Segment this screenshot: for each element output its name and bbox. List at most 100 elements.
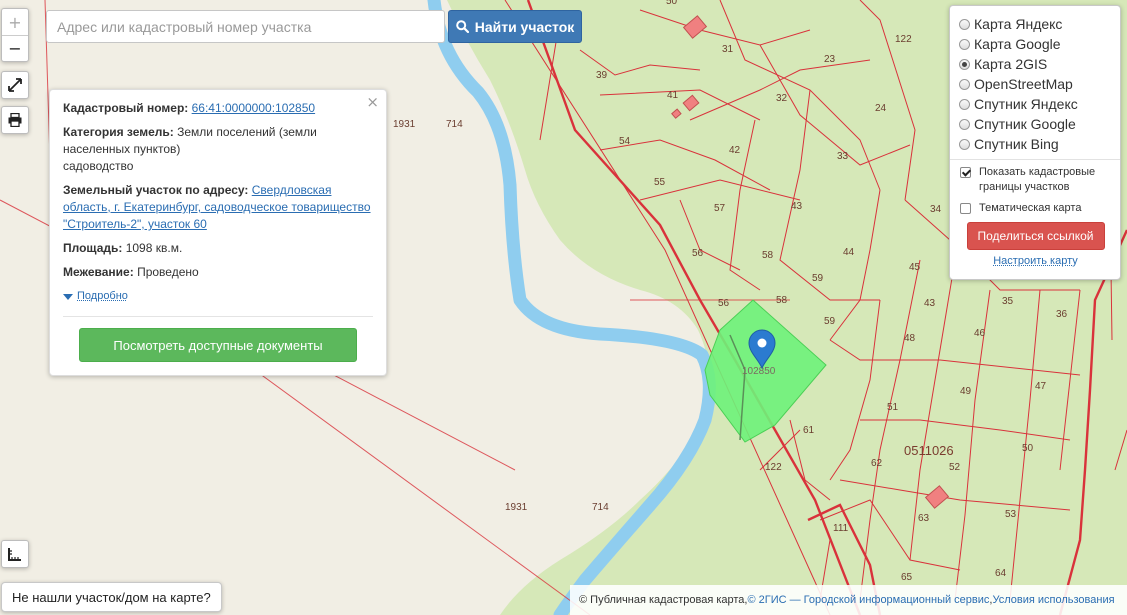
parcel-number: 57 xyxy=(714,203,726,214)
parcel-number: 122 xyxy=(765,462,782,473)
parcel-number: 24 xyxy=(875,103,887,114)
parcel-number: 50 xyxy=(666,0,678,7)
survey-label: Межевание: xyxy=(63,265,134,279)
land-category-value-3: садоводство xyxy=(63,159,134,173)
show-borders-label: Показать кадастровые границы участков xyxy=(979,166,1096,193)
parcel-number: 58 xyxy=(762,250,774,261)
show-borders-option[interactable]: Показать кадастровые границы участков xyxy=(959,165,1112,195)
parcel-number: 36 xyxy=(1056,309,1068,320)
parcel-number: 49 xyxy=(960,386,972,397)
radio-button[interactable] xyxy=(959,58,970,70)
parcel-number: 45 xyxy=(909,262,921,273)
info-divider xyxy=(63,316,373,317)
land-category-value-2: населенных пунктов) xyxy=(63,142,181,156)
share-link-button[interactable]: Поделиться ссылкой xyxy=(966,222,1105,250)
parcel-number: 62 xyxy=(871,458,883,469)
show-borders-checkbox[interactable] xyxy=(960,167,971,178)
parcel-number: 35 xyxy=(1002,296,1014,307)
parcel-number: 31 xyxy=(722,44,734,55)
more-details-link[interactable]: Подробно xyxy=(77,288,128,305)
parcel-number: 59 xyxy=(824,316,836,327)
basemap-option-label: OpenStreetMap xyxy=(974,76,1073,92)
basemap-option[interactable]: Спутник Яндекс xyxy=(959,94,1112,114)
view-documents-button[interactable]: Посмотреть доступные документы xyxy=(79,328,357,362)
basemap-option[interactable]: Карта Яндекс xyxy=(959,14,1112,34)
parcel-number: 43 xyxy=(791,201,803,212)
parcel-number: 1931 xyxy=(393,119,416,130)
not-found-button[interactable]: Не нашли участок/дом на карте? xyxy=(1,582,222,612)
search-icon xyxy=(455,20,469,33)
parcel-number: 32 xyxy=(776,93,788,104)
parcel-number: 33 xyxy=(837,151,849,162)
search-button-label: Найти участок xyxy=(474,18,575,35)
basemap-option-label: Карта Google xyxy=(974,36,1061,52)
search-input[interactable] xyxy=(46,10,445,43)
basemap-option-label: Спутник Google xyxy=(974,116,1076,132)
cadastral-number-link[interactable]: 66:41:0000000:102850 xyxy=(192,101,315,115)
basemap-option[interactable]: Карта 2GIS xyxy=(959,54,1112,74)
parcel-number: 44 xyxy=(843,247,855,258)
basemap-option[interactable]: Спутник Bing xyxy=(959,134,1112,154)
cadastral-number-label: Кадастровый номер: xyxy=(63,101,189,115)
parcel-number: 48 xyxy=(904,333,916,344)
layers-divider xyxy=(950,159,1120,160)
fullscreen-button[interactable] xyxy=(1,71,29,99)
close-icon[interactable]: × xyxy=(366,94,379,111)
radio-button[interactable] xyxy=(959,118,970,130)
parcel-number: 64 xyxy=(995,568,1007,579)
zoom-control: + − xyxy=(1,8,29,62)
basemap-option-label: Карта Яндекс xyxy=(974,16,1063,32)
basemap-option[interactable]: Спутник Google xyxy=(959,114,1112,134)
search-button[interactable]: Найти участок xyxy=(448,10,582,43)
more-details-toggle[interactable]: Подробно xyxy=(63,288,373,305)
parcel-number: 56 xyxy=(692,248,704,259)
parcel-number: 43 xyxy=(924,298,936,309)
selected-parcel-label: 102850 xyxy=(742,366,776,377)
expand-icon xyxy=(2,72,28,98)
parcel-number: 59 xyxy=(812,273,824,284)
parcel-number: 50 xyxy=(1022,443,1034,454)
area-label: Площадь: xyxy=(63,241,123,255)
parcel-number: 47 xyxy=(1035,381,1047,392)
attribution-2gis-link[interactable]: © 2ГИС — Городской информационный сервис xyxy=(747,594,989,606)
basemap-option[interactable]: OpenStreetMap xyxy=(959,74,1112,94)
basemap-option[interactable]: Карта Google xyxy=(959,34,1112,54)
ruler-icon xyxy=(2,541,28,567)
ruler-button[interactable] xyxy=(1,540,29,568)
parcel-number: 34 xyxy=(930,204,942,215)
parcel-number: 23 xyxy=(824,54,836,65)
parcel-number: 46 xyxy=(974,328,986,339)
thematic-option[interactable]: Тематическая карта xyxy=(959,201,1112,216)
address-row: Земельный участок по адресу: Свердловска… xyxy=(63,182,373,233)
parcel-number: 1931 xyxy=(505,502,528,513)
land-category-label: Категория земель: xyxy=(63,125,174,139)
address-label: Земельный участок по адресу: xyxy=(63,183,249,197)
radio-button[interactable] xyxy=(959,18,970,30)
land-category-value-1: Земли поселений (земли xyxy=(177,125,317,139)
basemap-option-label: Спутник Яндекс xyxy=(974,96,1078,112)
parcel-number: 58 xyxy=(776,295,788,306)
parcel-number: 122 xyxy=(895,34,912,45)
parcel-number: 61 xyxy=(803,425,815,436)
parcel-number: 52 xyxy=(949,462,961,473)
parcel-number: 53 xyxy=(1005,509,1017,520)
terms-of-use-link[interactable]: Условия использования xyxy=(992,594,1114,606)
configure-map-link[interactable]: Настроить карту xyxy=(959,255,1112,267)
attribution-prefix: © Публичная кадастровая карта, xyxy=(579,594,748,606)
basemap-options: Карта Яндекс Карта Google Карта 2GIS OpenSt… xyxy=(959,14,1112,154)
parcel-number: 714 xyxy=(592,502,609,513)
zoom-in-button[interactable]: + xyxy=(2,9,28,35)
radio-button[interactable] xyxy=(959,78,970,90)
parcel-number: 56 xyxy=(718,298,730,309)
zoom-out-button[interactable]: − xyxy=(2,35,28,61)
parcel-info-panel: × Кадастровый номер: 66:41:0000000:10285… xyxy=(49,89,387,376)
thematic-checkbox[interactable] xyxy=(960,203,971,214)
land-category-row: Категория земель: Земли поселений (земли… xyxy=(63,124,373,175)
radio-button[interactable] xyxy=(959,98,970,110)
radio-button[interactable] xyxy=(959,138,970,150)
radio-button[interactable] xyxy=(959,38,970,50)
parcel-number: 51 xyxy=(887,402,899,413)
print-button[interactable] xyxy=(1,106,29,134)
triangle-down-icon xyxy=(63,293,73,300)
cadastral-number-row: Кадастровый номер: 66:41:0000000:102850 xyxy=(63,100,373,117)
